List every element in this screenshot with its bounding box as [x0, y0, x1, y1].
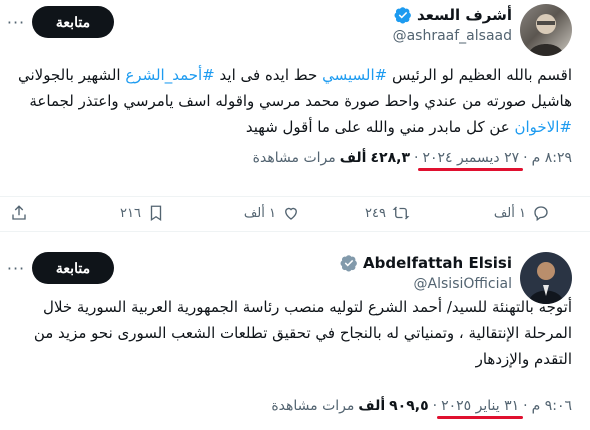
display-name[interactable]: Abdelfattah Elsisi — [363, 254, 512, 272]
bookmark-icon — [150, 205, 162, 222]
display-name[interactable]: أشرف السعد — [417, 6, 512, 24]
like-count: ١ ألف — [243, 205, 276, 221]
views-unit: ألف — [339, 150, 367, 166]
name-row: Abdelfattah Elsisi — [340, 254, 512, 272]
avatar-image — [528, 14, 564, 56]
tweet-text-part: اقسم بالله العظيم لو الرئيس — [387, 66, 572, 84]
views-label: مرات مشاهدة — [252, 150, 336, 166]
tweet-text: أتوجه بالتهنئة للسيد/ أحمد الشرع لتوليه … — [33, 298, 572, 368]
tweet-date[interactable]: ٣١ يناير ٢٠٢٥ — [437, 398, 524, 419]
tweet-date[interactable]: ٢٧ ديسمبر ٢٠٢٤ — [418, 150, 523, 171]
hashtag-link[interactable]: #الاخوان — [515, 118, 573, 136]
meta-separator: · — [523, 398, 528, 414]
more-options-icon[interactable]: ··· — [4, 12, 28, 32]
tweet-actions: ١ ألف ٢٤٩ ١ ألف ٢١٦ — [0, 196, 590, 228]
retweet-button[interactable]: ٢٤٩ — [365, 197, 410, 229]
views-unit: ألف — [358, 398, 386, 414]
like-button[interactable]: ١ ألف — [244, 197, 300, 229]
tweet-text-part: عن كل مابدر مني والله على ما أقول شهيد — [245, 118, 515, 136]
avatar[interactable] — [520, 4, 572, 56]
tweet-card: أشرف السعد @ashraaf_alsaad متابعة ··· اق… — [0, 0, 590, 232]
follow-button[interactable]: متابعة — [32, 6, 114, 38]
user-handle[interactable]: @AlsisiOfficial — [414, 276, 512, 292]
retweet-icon — [392, 206, 410, 220]
views-count: ٤٢٨,٣ — [370, 150, 410, 166]
meta-separator: · — [413, 150, 419, 166]
tweet-time[interactable]: ٩:٠٦ م — [532, 398, 572, 414]
heart-icon — [285, 207, 297, 220]
share-button[interactable] — [10, 197, 28, 229]
reply-button[interactable]: ١ ألف — [494, 197, 550, 229]
verified-badge-icon — [394, 7, 411, 24]
follow-button[interactable]: متابعة — [32, 252, 114, 284]
tweet-text-part: حط ايده فى ايد — [214, 66, 323, 84]
bookmark-button[interactable]: ٢١٦ — [120, 197, 165, 229]
tweet-time[interactable]: ٨:٢٩ م — [532, 150, 572, 166]
share-icon — [12, 205, 26, 220]
tweet-meta: ٩:٠٦ م · ٣١ يناير ٢٠٢٥ · ٩٠٩,٥ ألف مرات … — [271, 398, 572, 419]
tweet-text: اقسم بالله العظيم لو الرئيس #السيسي حط ا… — [14, 62, 572, 140]
bookmark-count: ٢١٦ — [120, 205, 141, 221]
views-count: ٩٠٩,٥ — [389, 398, 429, 414]
retweet-count: ٢٤٩ — [365, 205, 386, 221]
user-handle[interactable]: @ashraaf_alsaad — [393, 28, 512, 44]
meta-separator: · — [432, 398, 438, 414]
reply-count: ١ ألف — [493, 205, 526, 221]
more-options-icon[interactable]: ··· — [4, 258, 28, 278]
hashtag-link[interactable]: #السيسي — [322, 66, 387, 84]
meta-separator: · — [523, 150, 528, 166]
hashtag-link[interactable]: #أحمد_الشرع — [125, 66, 214, 84]
reply-icon — [534, 206, 548, 222]
government-verified-badge-icon — [340, 255, 357, 272]
tweet-meta: ٨:٢٩ م · ٢٧ ديسمبر ٢٠٢٤ · ٤٢٨,٣ ألف مرات… — [252, 150, 572, 171]
views-label: مرات مشاهدة — [271, 398, 355, 414]
